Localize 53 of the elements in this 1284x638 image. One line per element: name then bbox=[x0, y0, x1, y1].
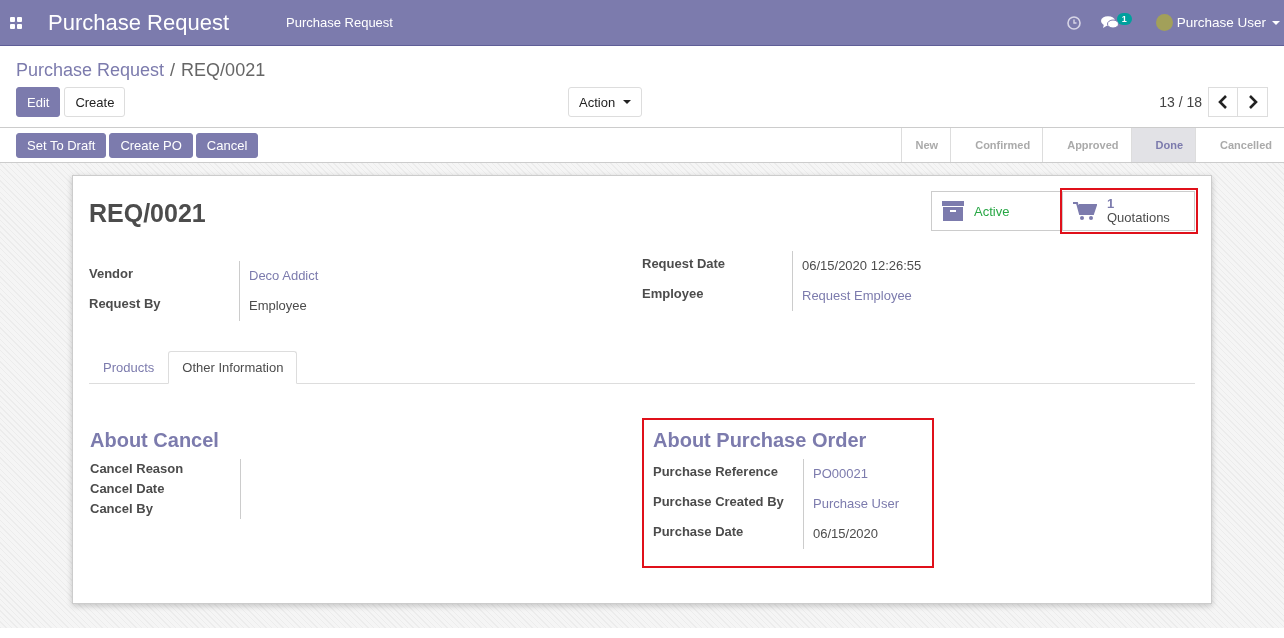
field-link[interactable]: Deco Addict bbox=[240, 261, 319, 291]
breadcrumb-current: REQ/0021 bbox=[181, 60, 266, 80]
field-label: Request Date bbox=[642, 251, 793, 281]
status-stage[interactable]: New bbox=[900, 128, 951, 162]
field-value: 06/15/2020 12:26:55 bbox=[801, 257, 922, 275]
previous-button[interactable] bbox=[1208, 87, 1238, 117]
header-action-button[interactable]: Set To Draft bbox=[16, 132, 107, 158]
status-stage[interactable]: Cancelled bbox=[1195, 128, 1284, 162]
section-title: About Purchase Order bbox=[653, 429, 868, 452]
field-label: Cancel By bbox=[90, 499, 241, 519]
chevron-left-icon bbox=[1218, 95, 1228, 109]
user-menu[interactable]: Purchase User bbox=[1176, 15, 1284, 30]
field-label: Purchase Reference bbox=[653, 459, 804, 489]
apps-grid-icon[interactable] bbox=[10, 16, 22, 29]
next-button[interactable] bbox=[1238, 87, 1268, 117]
breadcrumb-link[interactable]: Purchase Request bbox=[16, 60, 165, 80]
breadcrumb-separator: / bbox=[170, 60, 176, 80]
chevron-right-icon bbox=[1247, 95, 1258, 109]
field-label: Purchase Created By bbox=[653, 489, 804, 519]
archive-box-icon bbox=[942, 201, 964, 221]
app-title: Purchase Request bbox=[48, 9, 229, 36]
field-link[interactable]: Request Employee bbox=[793, 281, 912, 311]
field-label: Employee bbox=[642, 281, 793, 311]
field-value: 06/15/2020 bbox=[812, 525, 879, 543]
field-label: Purchase Date bbox=[653, 519, 804, 549]
chat-icon[interactable] bbox=[1100, 15, 1119, 30]
field-label: Vendor bbox=[89, 261, 240, 291]
status-stage[interactable]: Approved bbox=[1042, 128, 1131, 162]
field-label: Request By bbox=[89, 291, 240, 321]
status-stage[interactable]: Confirmed bbox=[950, 128, 1043, 162]
menu-item[interactable]: Purchase Request bbox=[286, 15, 393, 30]
field-link[interactable]: PO00021 bbox=[804, 459, 868, 489]
message-count-badge: 1 bbox=[1116, 12, 1132, 25]
quotations-button[interactable]: 1 Quotations bbox=[1063, 191, 1195, 231]
active-toggle-button[interactable]: Active bbox=[931, 191, 1063, 231]
clock-icon[interactable] bbox=[1066, 15, 1081, 30]
cart-icon bbox=[1073, 201, 1097, 221]
notebook-tab[interactable]: Other Information bbox=[168, 351, 298, 384]
notebook-tab[interactable]: Products bbox=[89, 351, 169, 384]
status-stage[interactable]: Done bbox=[1130, 128, 1196, 162]
action-dropdown[interactable]: Action bbox=[568, 87, 643, 117]
edit-button[interactable]: Edit bbox=[16, 87, 61, 117]
pager-counter: 13 / 18 bbox=[1159, 94, 1202, 110]
header-action-button[interactable]: Create PO bbox=[109, 132, 193, 158]
avatar-icon bbox=[1155, 14, 1173, 31]
field-label: Cancel Reason bbox=[90, 459, 241, 479]
header-action-button[interactable]: Cancel bbox=[195, 132, 259, 158]
field-label: Cancel Date bbox=[90, 479, 241, 499]
field-link[interactable]: Purchase User bbox=[804, 489, 899, 519]
record-title: REQ/0021 bbox=[89, 199, 206, 228]
create-button[interactable]: Create bbox=[64, 87, 126, 117]
section-title: About Cancel bbox=[90, 429, 220, 452]
field-value: Employee bbox=[248, 297, 307, 315]
